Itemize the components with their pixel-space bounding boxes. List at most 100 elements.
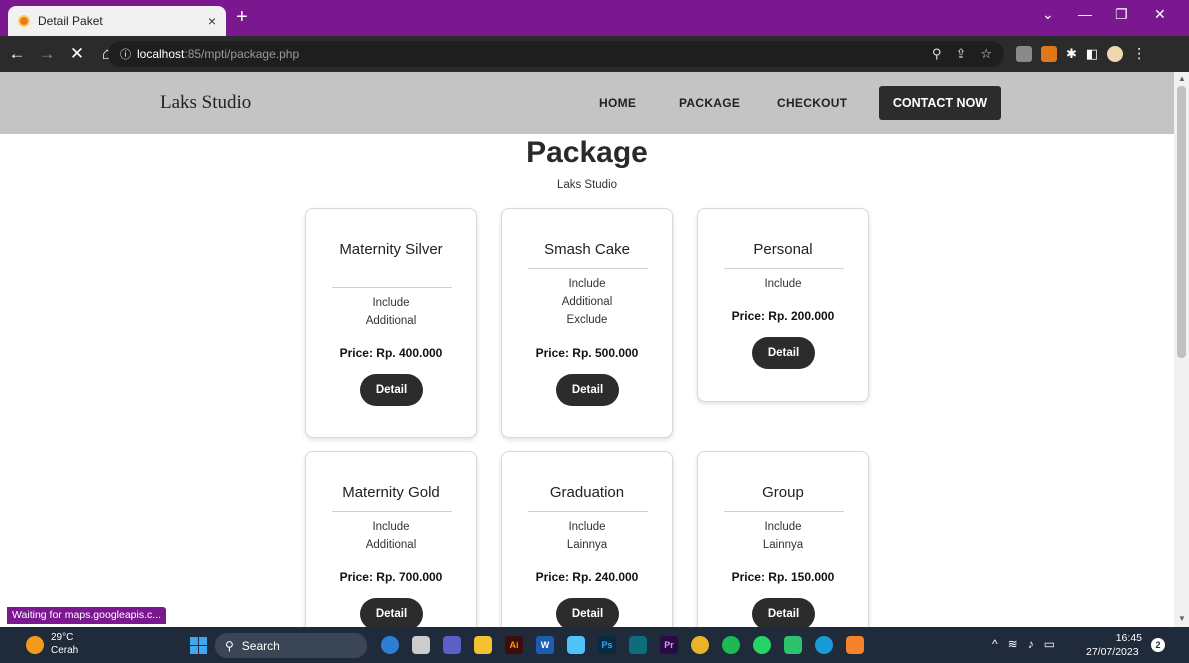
- package-price: Price: Rp. 500.000: [535, 346, 639, 360]
- nav-package[interactable]: PACKAGE: [679, 96, 740, 110]
- volume-icon[interactable]: ♪: [1028, 637, 1034, 651]
- terminal-app-icon[interactable]: [629, 636, 647, 654]
- package-card-personal: Personal Include Price: Rp. 200.000 Deta…: [697, 208, 869, 402]
- minimize-icon[interactable]: —: [1078, 6, 1092, 22]
- taskbar-search[interactable]: ⚲ Search: [215, 633, 367, 658]
- system-tray[interactable]: ^ ≋ ♪ ▭: [992, 637, 1055, 651]
- page-scrollbar[interactable]: ▲ ▼: [1174, 72, 1189, 627]
- notepad-app-icon[interactable]: [567, 636, 585, 654]
- page-title: Package: [526, 136, 648, 169]
- clock-time[interactable]: 16:45: [1112, 632, 1142, 644]
- detail-button[interactable]: Detail: [556, 598, 619, 627]
- scroll-down-icon[interactable]: ▼: [1178, 614, 1186, 623]
- detail-button[interactable]: Detail: [752, 337, 815, 369]
- bookmark-star-icon[interactable]: ☆: [980, 46, 992, 62]
- browser-status-bubble: Waiting for maps.googleapis.c...: [7, 607, 167, 624]
- metamask-icon[interactable]: [1041, 45, 1057, 62]
- premiere-app-icon[interactable]: Pr: [660, 636, 678, 654]
- divider: [332, 287, 452, 288]
- scrollbar-thumb[interactable]: [1177, 86, 1186, 358]
- share-icon[interactable]: ⇪: [955, 46, 966, 62]
- edge-app-icon[interactable]: [815, 636, 833, 654]
- package-card-smash-cake: Smash Cake Include Additional Exclude Pr…: [501, 208, 673, 438]
- package-card-maternity-gold: Maternity Gold Include Additional Price:…: [305, 451, 477, 627]
- spotify-app-icon[interactable]: [722, 636, 740, 654]
- weather-temperature: 29°C: [51, 632, 74, 643]
- favicon-icon: [18, 15, 30, 27]
- site-header: Laks Studio HOME PACKAGE CHECKOUT CONTAC…: [0, 72, 1174, 134]
- package-line: Include: [372, 521, 410, 533]
- tab-close-icon[interactable]: ×: [208, 13, 216, 29]
- chevron-up-icon[interactable]: ^: [992, 637, 998, 651]
- site-logo[interactable]: Laks Studio: [160, 92, 251, 114]
- nav-home[interactable]: HOME: [599, 96, 636, 110]
- detail-button[interactable]: Detail: [360, 598, 423, 627]
- illustrator-app-icon[interactable]: Ai: [505, 636, 523, 654]
- package-line: Additional: [365, 539, 417, 551]
- scroll-up-icon[interactable]: ▲: [1178, 74, 1186, 83]
- tab-search-icon[interactable]: ⌄: [1042, 6, 1054, 23]
- extension-icon[interactable]: [1016, 45, 1032, 62]
- clock-date[interactable]: 27/07/2023: [1086, 646, 1139, 658]
- copilot-app-icon[interactable]: [381, 636, 399, 654]
- detail-button[interactable]: Detail: [360, 374, 423, 406]
- teams-app-icon[interactable]: [443, 636, 461, 654]
- package-card-maternity-silver: Maternity Silver Include Additional Pric…: [305, 208, 477, 438]
- chrome-app-icon[interactable]: [691, 636, 709, 654]
- package-card-group: Group Include Lainnya Price: Rp. 150.000…: [697, 451, 869, 627]
- app-icon[interactable]: [784, 636, 802, 654]
- wifi-icon[interactable]: ≋: [1008, 637, 1018, 651]
- divider: [528, 511, 648, 512]
- nav-checkout[interactable]: CHECKOUT: [777, 96, 847, 110]
- package-price: Price: Rp. 700.000: [339, 570, 443, 584]
- package-name: Group: [762, 484, 804, 501]
- package-line: Include: [764, 278, 802, 290]
- detail-button[interactable]: Detail: [752, 598, 815, 627]
- side-panel-icon[interactable]: ◧: [1086, 46, 1098, 62]
- stop-icon[interactable]: ✕: [64, 44, 90, 64]
- package-price: Price: Rp. 200.000: [731, 309, 835, 323]
- close-window-icon[interactable]: ✕: [1154, 6, 1166, 23]
- forward-icon[interactable]: →: [34, 44, 60, 64]
- xampp-app-icon[interactable]: [846, 636, 864, 654]
- restore-icon[interactable]: ❐: [1115, 6, 1128, 23]
- package-line: Include: [764, 521, 802, 533]
- divider: [724, 268, 844, 269]
- package-name: Graduation: [549, 484, 625, 501]
- package-line: Additional: [365, 315, 417, 327]
- whatsapp-app-icon[interactable]: [753, 636, 771, 654]
- page-subtitle: Laks Studio: [556, 179, 618, 191]
- back-icon[interactable]: ←: [4, 44, 30, 64]
- word-app-icon[interactable]: W: [536, 636, 554, 654]
- detail-button[interactable]: Detail: [556, 374, 619, 406]
- weather-sun-icon[interactable]: [26, 636, 44, 654]
- photoshop-app-icon[interactable]: Ps: [598, 636, 616, 654]
- file-explorer-icon[interactable]: [474, 636, 492, 654]
- divider: [332, 511, 452, 512]
- browser-tab-strip: Detail Paket × + ⌄ — ❐ ✕: [0, 0, 1189, 36]
- extensions-puzzle-icon[interactable]: ✱: [1066, 46, 1077, 62]
- menu-kebab-icon[interactable]: ⋮: [1132, 45, 1146, 62]
- info-icon[interactable]: ⓘ: [120, 46, 131, 62]
- notification-badge[interactable]: 2: [1151, 638, 1165, 652]
- new-tab-button[interactable]: +: [236, 6, 248, 28]
- package-line: Lainnya: [762, 539, 804, 551]
- battery-icon[interactable]: ▭: [1044, 637, 1055, 651]
- contact-now-button[interactable]: CONTACT NOW: [879, 86, 1001, 120]
- windows-start-icon[interactable]: [190, 637, 207, 654]
- search-icon: ⚲: [225, 638, 234, 653]
- browser-tab[interactable]: Detail Paket ×: [8, 6, 226, 36]
- package-line: Lainnya: [566, 539, 608, 551]
- package-line: Include: [568, 521, 606, 533]
- tab-title: Detail Paket: [38, 14, 103, 28]
- task-view-icon[interactable]: [412, 636, 430, 654]
- search-label: Search: [241, 638, 280, 653]
- url-path: :85/mpti/package.php: [184, 47, 300, 61]
- package-name: Maternity Gold: [342, 484, 440, 501]
- address-bar[interactable]: ⓘ localhost:85/mpti/package.php ⚲ ⇪ ☆: [108, 41, 1004, 67]
- divider: [724, 511, 844, 512]
- browser-toolbar: ← → ✕ ⌂ ⓘ localhost:85/mpti/package.php …: [0, 36, 1189, 72]
- package-name: Maternity Silver: [339, 241, 443, 258]
- profile-avatar-icon[interactable]: [1107, 45, 1124, 62]
- zoom-icon[interactable]: ⚲: [932, 46, 942, 62]
